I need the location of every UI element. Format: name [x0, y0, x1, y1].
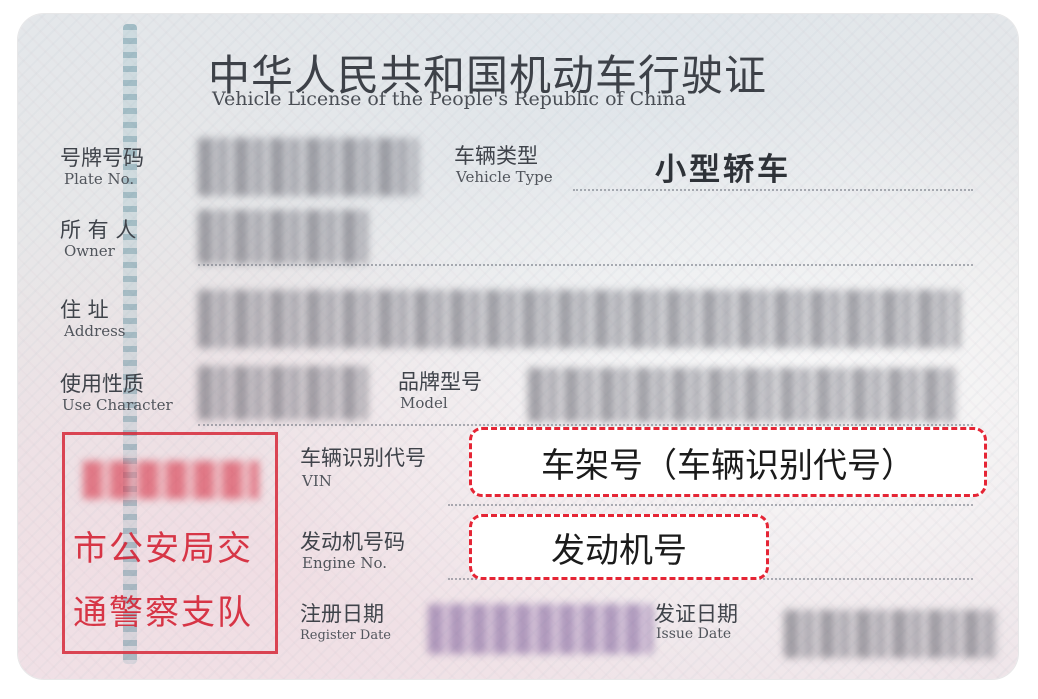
seal-line2: 市公安局交 — [73, 529, 253, 569]
owner-label-cn: 所 有 人 — [60, 218, 137, 242]
dotted-line — [573, 189, 973, 191]
use-character-value-redacted — [198, 366, 368, 420]
issue-date-label-en: Issue Date — [656, 626, 732, 642]
owner-value-redacted — [198, 210, 368, 264]
engine-label-en: Engine No. — [302, 554, 387, 572]
vin-label-en: VIN — [302, 472, 332, 490]
dotted-line — [448, 504, 973, 506]
engine-label-cn: 发动机号码 — [300, 530, 405, 554]
vehicle-type-label-cn: 车辆类型 — [454, 144, 538, 168]
seal-line1-redacted — [83, 461, 259, 499]
register-date-label-cn: 注册日期 — [300, 602, 384, 626]
address-label-en: Address — [64, 322, 126, 340]
engine-callout: 发动机号 — [469, 514, 769, 580]
seal-line3: 通警察支队 — [73, 593, 253, 633]
vehicle-type-value: 小型轿车 — [655, 152, 791, 188]
license-title-en: Vehicle License of the People's Republic… — [212, 88, 687, 110]
use-character-label-cn: 使用性质 — [60, 372, 144, 396]
issue-date-value-redacted — [784, 610, 999, 658]
owner-label-en: Owner — [64, 242, 115, 260]
vin-callout: 车架号（车辆识别代号） — [469, 427, 987, 497]
model-value-redacted — [528, 368, 958, 422]
vehicle-type-label-en: Vehicle Type — [456, 168, 553, 186]
dotted-line — [198, 424, 973, 426]
register-date-label-en: Register Date — [300, 628, 391, 643]
plate-value-redacted — [198, 138, 418, 196]
plate-label-en: Plate No. — [64, 170, 135, 188]
police-seal-stamp: 市公安局交 通警察支队 — [62, 432, 278, 654]
vin-label-cn: 车辆识别代号 — [300, 446, 426, 470]
register-date-value-redacted — [428, 604, 653, 654]
dotted-line — [198, 264, 973, 266]
issue-date-label-cn: 发证日期 — [654, 602, 738, 626]
plate-label-cn: 号牌号码 — [60, 146, 144, 170]
address-label-cn: 住 址 — [60, 298, 109, 322]
model-label-cn: 品牌型号 — [398, 370, 482, 394]
use-character-label-en: Use Character — [62, 396, 173, 414]
address-value-redacted — [198, 290, 960, 348]
model-label-en: Model — [400, 394, 448, 412]
